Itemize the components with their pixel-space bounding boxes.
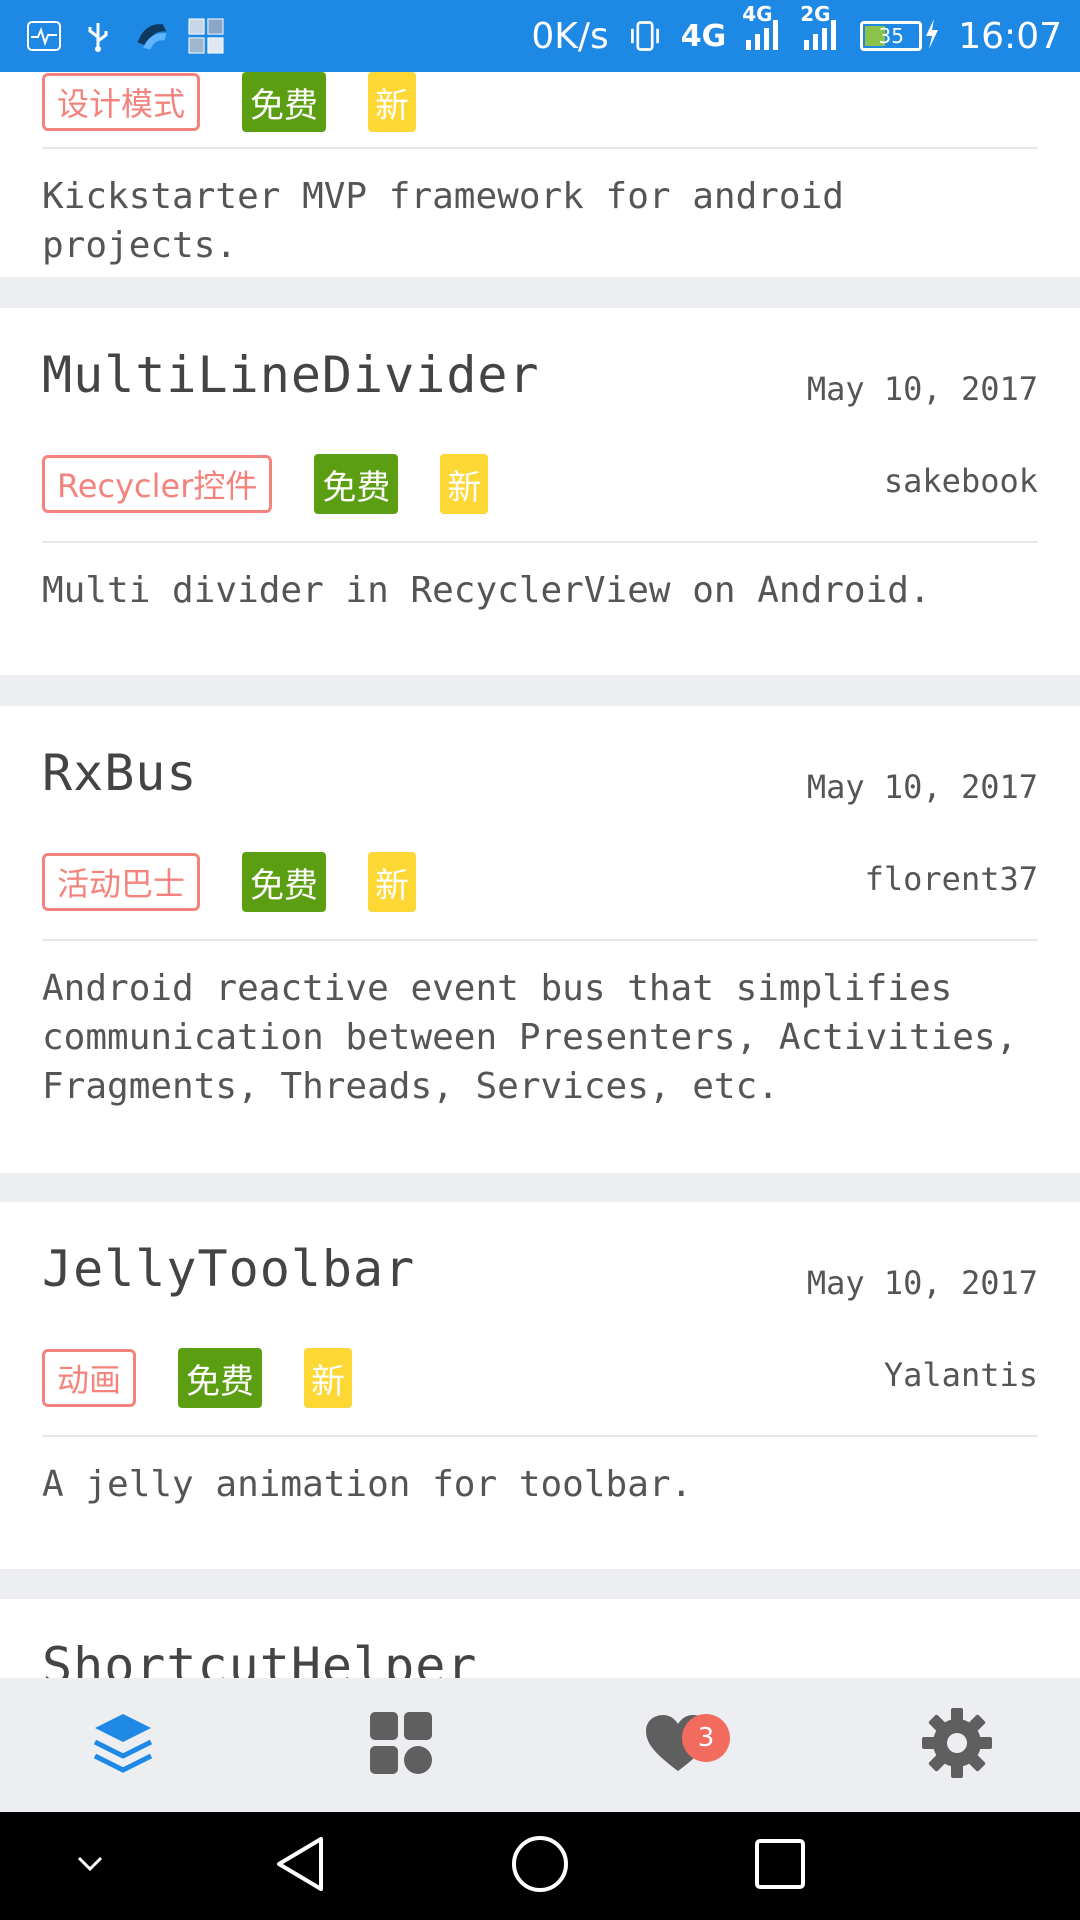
gear-icon — [920, 1706, 994, 1784]
nav-tab-categories[interactable] — [341, 1678, 461, 1812]
new-tag: 新 — [368, 72, 417, 132]
home-button[interactable] — [480, 1812, 600, 1920]
category-tag[interactable]: 设计模式 — [42, 73, 201, 131]
back-button[interactable] — [240, 1812, 360, 1920]
bottom-navigation: 3 — [0, 1678, 1080, 1812]
clock: 16:07 — [958, 15, 1062, 57]
list-item[interactable]: MultiLineDivider May 10, 2017 Recycler控件… — [0, 308, 1080, 675]
library-title: MultiLineDivider — [42, 346, 540, 404]
gallery-icon — [188, 18, 224, 54]
network-type-2: 2G — [800, 2, 831, 26]
divider — [42, 147, 1038, 149]
network-type-1-label: 4G — [742, 2, 773, 26]
library-description: Multi divider in RecyclerView on Android… — [42, 570, 931, 611]
favorites-count-badge: 3 — [682, 1714, 730, 1762]
free-tag: 免费 — [314, 454, 399, 514]
layers-icon — [91, 1710, 155, 1780]
system-navigation-bar — [0, 1812, 1080, 1920]
status-bar: 0K/s 4G 4G 2G 35 16:07 — [0, 0, 1080, 72]
chevron-down-icon — [75, 1854, 105, 1878]
library-date: May 10, 2017 — [806, 370, 1038, 408]
category-tag[interactable]: 动画 — [42, 1349, 137, 1407]
library-author[interactable]: Yalantis — [884, 1356, 1038, 1394]
library-list[interactable]: 设计模式 免费 新 Kickstarter MVP framework for … — [0, 72, 1080, 1678]
battery-level: 35 — [878, 24, 904, 48]
back-icon — [273, 1835, 327, 1897]
app-icon — [134, 18, 170, 54]
new-tag: 新 — [304, 1348, 353, 1408]
new-tag: 新 — [440, 454, 489, 514]
library-date: May 10, 2017 — [806, 1264, 1038, 1302]
nav-tab-libraries[interactable] — [63, 1678, 183, 1812]
recents-icon — [754, 1838, 806, 1894]
library-author[interactable]: sakebook — [884, 462, 1038, 500]
library-title: RxBus — [42, 744, 198, 802]
charging-icon — [924, 19, 940, 53]
library-description: A jelly animation for toolbar. — [42, 1464, 693, 1505]
library-description: Kickstarter MVP framework for android pr… — [42, 176, 844, 266]
library-date: May 10, 2017 — [806, 768, 1038, 806]
list-item[interactable]: RxBus May 10, 2017 活动巴士 免费 新 florent37 A… — [0, 706, 1080, 1173]
network-speed: 0K/s — [531, 15, 609, 57]
free-tag: 免费 — [242, 852, 327, 912]
free-tag: 免费 — [178, 1348, 263, 1408]
health-icon — [26, 18, 62, 54]
list-item[interactable]: ShortcutHelper — [0, 1599, 1080, 1678]
hide-nav-button[interactable] — [30, 1812, 150, 1920]
library-title: JellyToolbar — [42, 1240, 416, 1298]
free-tag: 免费 — [242, 72, 327, 132]
library-author[interactable]: florent37 — [865, 860, 1038, 898]
vibrate-icon — [627, 18, 663, 54]
home-icon — [510, 1834, 570, 1898]
nav-tab-favorites[interactable]: 3 — [618, 1678, 738, 1812]
battery-icon: 35 — [860, 21, 923, 51]
recents-button[interactable] — [720, 1812, 840, 1920]
nav-tab-settings[interactable] — [897, 1678, 1017, 1812]
divider — [42, 1435, 1038, 1437]
list-item[interactable]: JellyToolbar May 10, 2017 动画 免费 新 Yalant… — [0, 1202, 1080, 1569]
divider — [42, 541, 1038, 543]
library-title: ShortcutHelper — [42, 1637, 478, 1678]
grid-icon — [368, 1710, 434, 1780]
network-type-1: 4G — [680, 18, 727, 54]
library-description: Android reactive event bus that simplifi… — [42, 968, 1018, 1107]
category-tag[interactable]: 活动巴士 — [42, 853, 201, 911]
divider — [42, 939, 1038, 941]
category-tag[interactable]: Recycler控件 — [42, 455, 273, 513]
list-item[interactable]: 设计模式 免费 新 Kickstarter MVP framework for … — [0, 72, 1080, 277]
usb-icon — [80, 18, 116, 54]
new-tag: 新 — [368, 852, 417, 912]
